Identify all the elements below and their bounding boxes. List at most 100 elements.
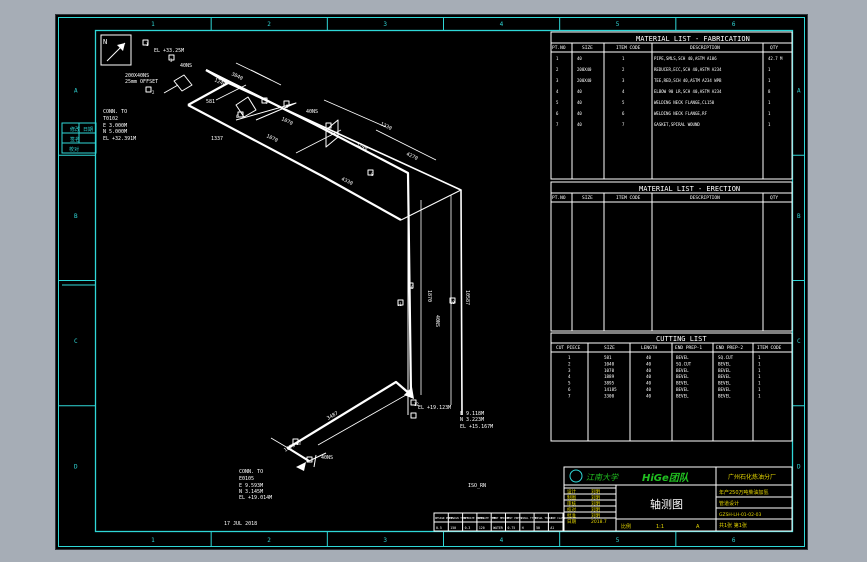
- cut-cell: BEVEL: [718, 361, 731, 366]
- cut-h-4: END PREP-2: [716, 345, 743, 351]
- zone-number-top: 2: [267, 21, 271, 28]
- zone-letter-left: A: [74, 88, 78, 95]
- design-label: 管道设计: [719, 500, 739, 507]
- dim-17: 40NS: [321, 455, 333, 461]
- zone-number-top: 3: [383, 21, 387, 28]
- conn-top-1: T0102: [103, 116, 118, 122]
- dim-14: 40NS: [180, 63, 192, 69]
- ere-title: MATERIAL LIST - ERECTION: [639, 185, 740, 193]
- cut-cell: BEVEL: [718, 387, 731, 392]
- cut-cell: 40: [646, 368, 652, 373]
- el-lower: EL +19.123M: [418, 405, 451, 411]
- fab-cell: 3: [556, 78, 559, 83]
- left-box-text-0: 修改: [70, 126, 80, 133]
- cut-cell: 4: [568, 374, 571, 379]
- small-table-value: WATER: [493, 526, 503, 530]
- cut-h-3: END PREP-1: [675, 345, 702, 351]
- cut-cell: 1: [758, 381, 761, 386]
- fab-cell: 40: [577, 56, 582, 61]
- title-block: 江南大学 HiGe团队 广州石化炼油分厂 年产250万吨柴油加氢 管道设计 GZ…: [563, 466, 793, 532]
- fab-cell: 40: [577, 100, 582, 105]
- small-table-value: 0.3: [465, 526, 471, 530]
- cutting-list: CUTTING LIST CUT PIECE SIZE LENGTH END P…: [550, 332, 793, 442]
- weld-marker: 8: [371, 172, 374, 177]
- drawing-canvas[interactable]: 112233445566A AB BC CD D 修改 日期 签名 校对 N E…: [56, 15, 807, 549]
- cut-cell: 1: [758, 355, 761, 360]
- ere-h-2: ITEM CODE: [616, 195, 641, 201]
- cut-cell: 40: [646, 355, 652, 360]
- fab-cell: 1: [768, 100, 771, 105]
- dim-15: 40NS: [306, 109, 318, 115]
- zone-letter-right: A: [797, 88, 801, 95]
- dim-6: 4330: [340, 176, 353, 187]
- cut-cell: 14185: [604, 387, 617, 392]
- cut-cell: 581: [604, 355, 612, 360]
- cut-h-1: SIZE: [604, 345, 615, 351]
- zone-letter-right: D: [797, 463, 801, 470]
- scale-label: 比例: [621, 523, 631, 530]
- end-mid-2: EL +15.167M: [460, 424, 493, 430]
- conn-bottom-4: EL +19.014M: [239, 495, 272, 501]
- fab-h-0: PT.NO: [552, 45, 566, 51]
- cad-viewport[interactable]: 112233445566AABBCCDD 修改 日期 签名 校对 N EL +3…: [55, 14, 808, 550]
- cut-cell: BEVEL: [676, 387, 689, 392]
- north-label: N: [103, 38, 107, 46]
- fabrication-list: MATERIAL LIST - FABRICATION PT.NO SIZE I…: [550, 31, 793, 180]
- ere-h-3: DESCRIPTION: [690, 195, 720, 201]
- left-box-text-3: 校对: [69, 146, 79, 153]
- cut-cell: 1: [758, 387, 761, 392]
- dim-4: 4270: [405, 151, 418, 162]
- cut-cell: 7: [568, 393, 571, 398]
- cut-cell: 1: [758, 374, 761, 379]
- sign-name: 2018.7: [591, 519, 607, 525]
- fab-cell: WELDING NECK FLANGE,CL150: [654, 100, 715, 105]
- factory-name: 广州石化炼油分厂: [728, 473, 776, 481]
- conn-top-0: CONN. TO: [103, 109, 127, 115]
- inner-sheet-frame: [94, 29, 794, 533]
- fab-cell: 42.7 M: [768, 56, 783, 61]
- zone-number-top: 1: [151, 21, 155, 28]
- fab-cell: 5: [556, 100, 559, 105]
- zone-letter-left: C: [74, 338, 78, 345]
- fab-cell: 8: [768, 89, 771, 94]
- dim-2: 1337: [211, 136, 223, 142]
- cut-title: CUTTING LIST: [656, 335, 707, 343]
- conn-top-3: N 5.000M: [103, 129, 127, 135]
- scale-value: 1:1: [656, 524, 664, 530]
- zone-letter-left: D: [74, 463, 78, 470]
- zone-letter-right: B: [797, 213, 801, 220]
- fab-cell: WELDING NECK FLANGE,RF: [654, 111, 708, 116]
- cut-cell: 3895: [604, 381, 615, 386]
- drawing-no: GZSH-LH-01-02-03: [719, 512, 762, 518]
- weld-marker: 10: [450, 300, 455, 305]
- zone-number-bottom: 4: [500, 537, 504, 544]
- cut-cell: 3: [568, 368, 571, 373]
- cut-cell: 1: [758, 361, 761, 366]
- cut-cell: SQ.CUT: [718, 355, 734, 360]
- fab-cell: 6: [622, 111, 625, 116]
- fab-cell: GASKET,SPIRAL WOUND: [654, 122, 700, 127]
- weld-marker: 12: [414, 402, 419, 407]
- iso-label: ISO_RN: [468, 483, 486, 489]
- sign-rows: 设计 刘明制图 刘明审核 刘明校对 刘明批准 刘明日期 2018.7: [564, 487, 616, 525]
- cut-cell: 1040: [604, 361, 615, 366]
- fab-h-3: DESCRIPTION: [690, 45, 720, 51]
- cut-rows: 1 581 40 BEVEL SQ.CUT 12 1040 40 SQ.CUT BEVEL 13 10…: [568, 355, 761, 398]
- dim-1: 3040: [230, 71, 243, 82]
- small-table-header: LINE CLASS: [549, 516, 565, 520]
- el-top-label: EL +33.25M: [154, 48, 184, 54]
- fab-cell: 1: [768, 111, 771, 116]
- fab-cell: 1: [768, 122, 771, 127]
- fab-cell: 40: [577, 89, 582, 94]
- cut-cell: BEVEL: [676, 368, 689, 373]
- fab-cell: 6: [556, 111, 559, 116]
- cut-cell: BEVEL: [676, 374, 689, 379]
- fab-cell: REDUCER,ECC,SCH 40,ASTM A234: [654, 67, 722, 72]
- fab-cell: 5: [622, 100, 625, 105]
- fab-cell: 200X40: [577, 67, 592, 72]
- left-box-text-1: 日期: [83, 127, 93, 133]
- cut-cell: 40: [646, 393, 652, 398]
- zone-number-bottom: 5: [616, 537, 620, 544]
- fab-cell: 4: [622, 89, 625, 94]
- dim-16: 40NS: [434, 315, 440, 327]
